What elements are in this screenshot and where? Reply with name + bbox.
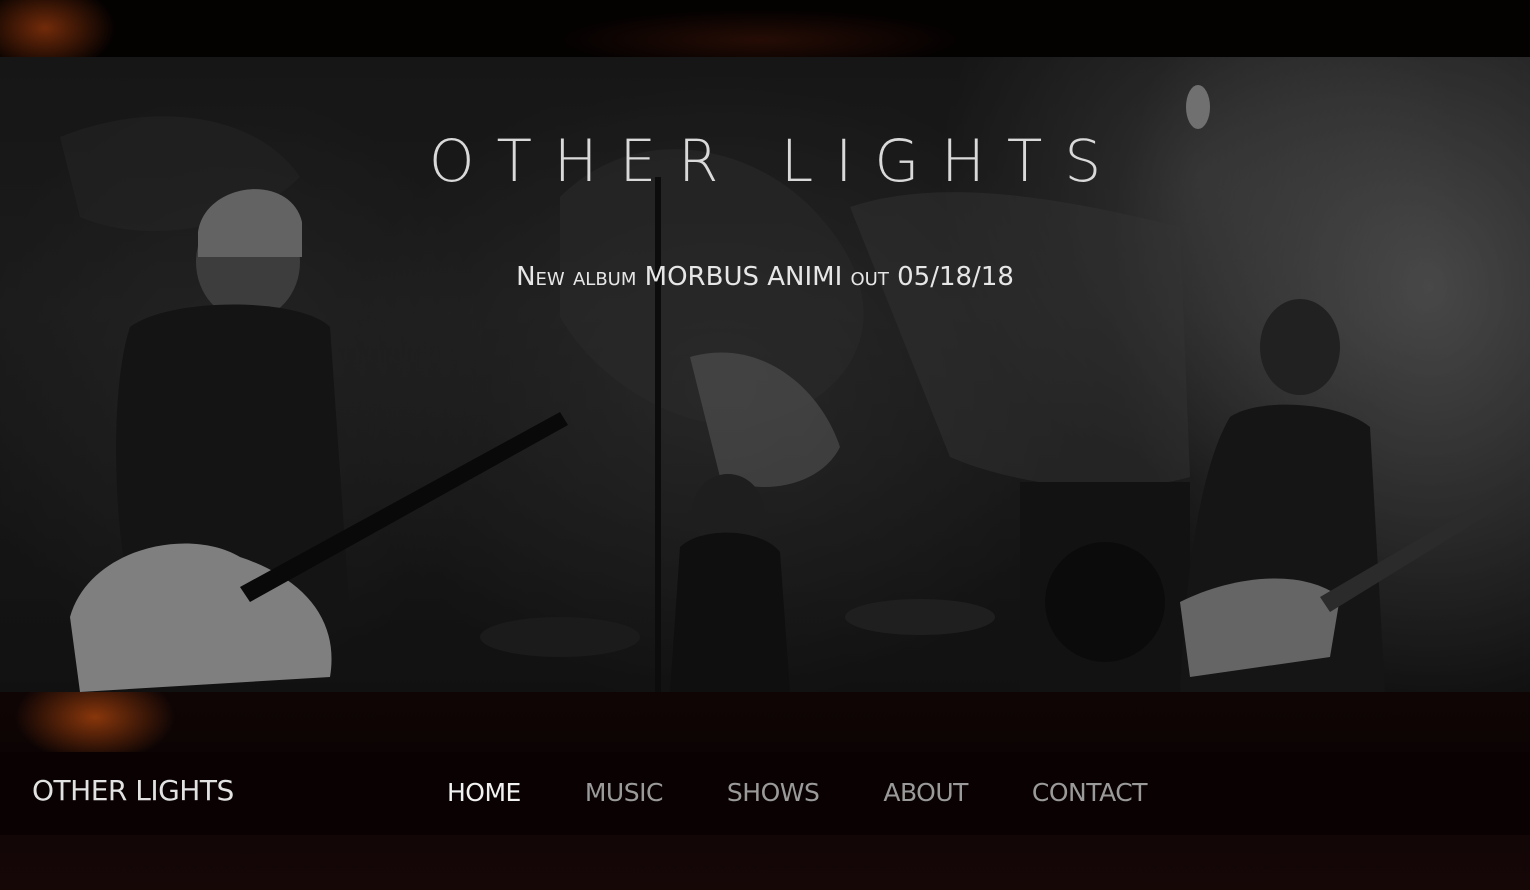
subtitle-prefix: New album [516, 262, 637, 292]
hero-subtitle: New album MORBUS ANIMI out 05/18/18 [0, 262, 1530, 292]
top-bar [0, 0, 1530, 57]
nav-link-about[interactable]: ABOUT [883, 778, 968, 807]
subtitle-date: 05/18/18 [897, 262, 1014, 292]
nav-link-shows[interactable]: SHOWS [727, 778, 820, 807]
subtitle-album: MORBUS ANIMI [644, 262, 843, 292]
nav-link-contact[interactable]: CONTACT [1032, 778, 1148, 807]
hero-title: OTHER LIGHTS [428, 127, 1124, 195]
subtitle-mid: out [850, 262, 889, 292]
page: OTHER LIGHTS New album MORBUS ANIMI out … [0, 0, 1530, 890]
nav-link-home[interactable]: HOME [447, 778, 521, 807]
lower-band [0, 692, 1530, 752]
bottom-band [0, 835, 1530, 890]
hero-banner: OTHER LIGHTS New album MORBUS ANIMI out … [0, 57, 1530, 692]
brand-logo-text[interactable]: OTHER LIGHTS [32, 774, 234, 807]
nav-link-music[interactable]: MUSIC [585, 778, 664, 807]
main-navbar: OTHER LIGHTS HOME MUSIC SHOWS ABOUT CONT… [0, 752, 1530, 835]
nav-links: HOME MUSIC SHOWS ABOUT CONTACT [447, 778, 1147, 807]
